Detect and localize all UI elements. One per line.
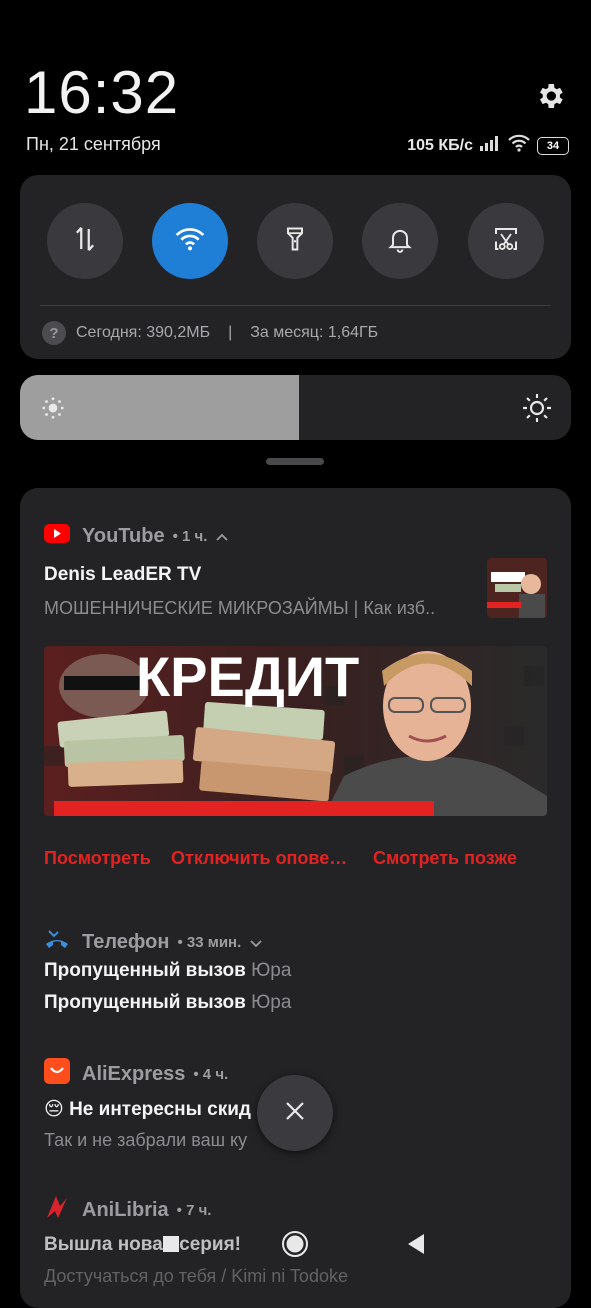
app-name: Телефон bbox=[82, 930, 170, 953]
notification-time: • 1 ч. bbox=[172, 528, 208, 545]
date: Пн, 21 сентября bbox=[26, 134, 161, 154]
disable-notifications-button[interactable]: Отключить опове… bbox=[171, 848, 347, 869]
brightness-slider[interactable] bbox=[20, 375, 571, 440]
screenshot-toggle[interactable] bbox=[468, 203, 544, 279]
chevron-up-icon[interactable] bbox=[215, 525, 229, 548]
help-icon[interactable]: ? bbox=[42, 321, 66, 345]
wifi-toggle[interactable] bbox=[152, 203, 228, 279]
notification-text: МОШЕННИЧЕСКИЕ МИКРОЗАЙМЫ | Как изб.. bbox=[44, 598, 436, 618]
youtube-header[interactable]: YouTube • 1 ч. bbox=[44, 524, 229, 549]
flashlight-icon bbox=[281, 224, 309, 259]
preview-heading: КРЕДИТ bbox=[136, 646, 359, 708]
missed-call-row[interactable]: Пропущенный вызов Юра bbox=[44, 960, 291, 982]
video-thumbnail bbox=[487, 558, 547, 618]
brightness-low-icon bbox=[40, 395, 66, 426]
bell-icon bbox=[386, 224, 414, 259]
status-bar: 105 КБ/с 34 bbox=[407, 134, 569, 157]
brightness-high-icon bbox=[521, 392, 553, 429]
missed-call-title: Пропущенный вызов bbox=[44, 992, 246, 1013]
watch-button[interactable]: Посмотреть bbox=[44, 848, 151, 869]
signal-icon bbox=[479, 135, 501, 156]
aliexpress-header[interactable]: AliExpress • 4 ч. bbox=[44, 1058, 228, 1090]
notification-title: 😔 Не интересны скид bbox=[44, 1099, 251, 1120]
usage-today: Сегодня: 390,2МБ bbox=[76, 324, 211, 341]
data-arrows-icon bbox=[70, 224, 100, 259]
notification-text: Так и не забрали ваш ку bbox=[44, 1130, 248, 1150]
data-usage: ? Сегодня: 390,2МБ | За месяц: 1,64ГБ bbox=[42, 321, 378, 345]
app-name: YouTube bbox=[82, 525, 165, 547]
phone-header[interactable]: Телефон • 33 мин. bbox=[44, 928, 263, 956]
settings-gear-icon[interactable] bbox=[534, 80, 566, 112]
aliexpress-logo-icon bbox=[44, 1058, 70, 1090]
usage-separator: | bbox=[228, 324, 233, 341]
navigation-bar bbox=[0, 1212, 591, 1280]
caller-name: Юра bbox=[251, 960, 292, 981]
recents-icon bbox=[162, 1235, 180, 1258]
battery-indicator: 34 bbox=[537, 136, 569, 155]
usage-month: За месяц: 1,64ГБ bbox=[250, 324, 379, 341]
chevron-down-icon[interactable] bbox=[249, 931, 263, 954]
back-button[interactable] bbox=[400, 1230, 432, 1262]
caller-name: Юра bbox=[251, 992, 292, 1013]
flashlight-toggle[interactable] bbox=[257, 203, 333, 279]
network-speed: 105 КБ/с bbox=[407, 136, 473, 154]
youtube-logo-icon bbox=[44, 524, 70, 549]
notification-time: • 33 мин. bbox=[177, 933, 242, 951]
notification-time: • 4 ч. bbox=[193, 1065, 229, 1083]
video-preview-image[interactable]: КРЕДИТ bbox=[44, 646, 547, 816]
divider bbox=[40, 305, 551, 306]
close-icon bbox=[284, 1100, 306, 1127]
clear-all-button[interactable] bbox=[257, 1075, 333, 1151]
home-icon bbox=[281, 1230, 309, 1263]
watch-later-button[interactable]: Смотреть позже bbox=[373, 848, 517, 869]
recents-button[interactable] bbox=[155, 1230, 187, 1262]
missed-call-row[interactable]: Пропущенный вызов Юра bbox=[44, 992, 291, 1014]
home-button[interactable] bbox=[279, 1230, 311, 1262]
quick-settings-panel: ? Сегодня: 390,2МБ | За месяц: 1,64ГБ bbox=[20, 175, 571, 359]
app-name: AliExpress bbox=[82, 1062, 186, 1085]
scissors-icon bbox=[491, 224, 521, 259]
notification-title: Denis LeadER TV bbox=[44, 564, 202, 585]
mobile-data-toggle[interactable] bbox=[47, 203, 123, 279]
wifi-icon bbox=[174, 226, 206, 257]
notification-panel: YouTube • 1 ч. Denis LeadER TV МОШЕННИЧЕ… bbox=[20, 488, 571, 1308]
drag-handle[interactable] bbox=[266, 458, 324, 465]
wifi-status-icon bbox=[507, 134, 531, 157]
sound-toggle[interactable] bbox=[362, 203, 438, 279]
clock: 16:32 bbox=[24, 59, 180, 126]
missed-call-title: Пропущенный вызов bbox=[44, 960, 246, 981]
back-icon bbox=[406, 1233, 426, 1260]
missed-call-icon bbox=[44, 928, 70, 956]
